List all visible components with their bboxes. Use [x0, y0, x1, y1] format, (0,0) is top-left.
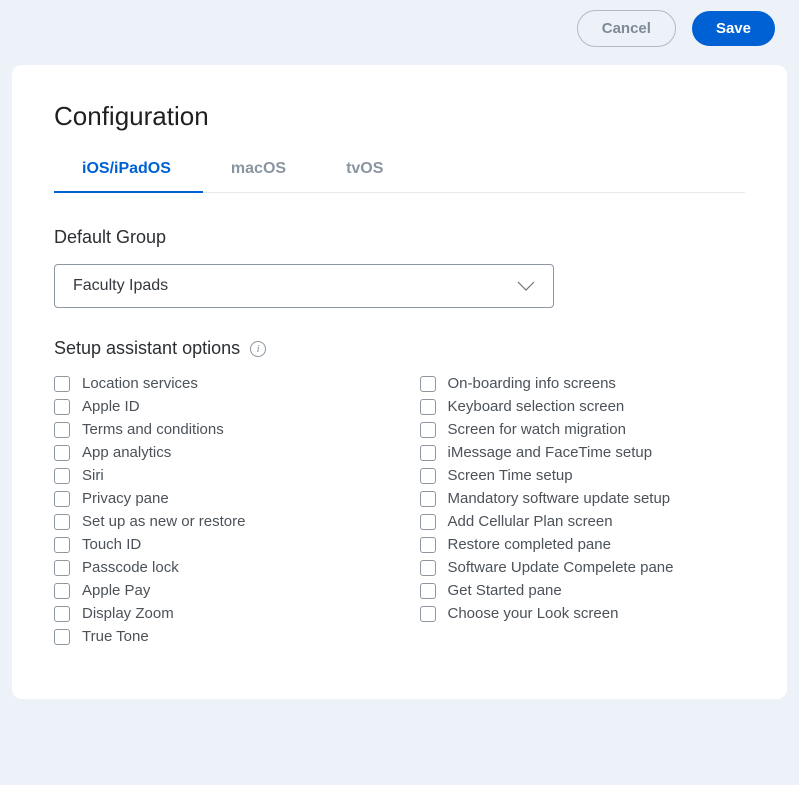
checkbox-icon[interactable] — [420, 491, 436, 507]
checkbox-icon[interactable] — [54, 399, 70, 415]
option-label: Screen for watch migration — [448, 421, 626, 438]
option-display-zoom[interactable]: Display Zoom — [54, 605, 380, 622]
option-label: True Tone — [82, 628, 149, 645]
checkbox-icon[interactable] — [420, 399, 436, 415]
option-label: App analytics — [82, 444, 171, 461]
option-keyboard-selection-screen[interactable]: Keyboard selection screen — [420, 398, 746, 415]
option-terms-and-conditions[interactable]: Terms and conditions — [54, 421, 380, 438]
checkbox-icon[interactable] — [420, 468, 436, 484]
checkbox-icon[interactable] — [54, 629, 70, 645]
checkbox-icon[interactable] — [420, 376, 436, 392]
checkbox-icon[interactable] — [420, 422, 436, 438]
chevron-down-icon — [517, 281, 535, 291]
option-mandatory-software-update-setup[interactable]: Mandatory software update setup — [420, 490, 746, 507]
option-get-started-pane[interactable]: Get Started pane — [420, 582, 746, 599]
option-passcode-lock[interactable]: Passcode lock — [54, 559, 380, 576]
default-group-select-wrapper: Faculty Ipads — [54, 264, 554, 308]
checkbox-icon[interactable] — [54, 468, 70, 484]
option-label: On-boarding info screens — [448, 375, 616, 392]
option-apple-pay[interactable]: Apple Pay — [54, 582, 380, 599]
option-label: Passcode lock — [82, 559, 179, 576]
option-label: Keyboard selection screen — [448, 398, 625, 415]
option-label: Terms and conditions — [82, 421, 224, 438]
option-label: Apple Pay — [82, 582, 150, 599]
option-screen-time-setup[interactable]: Screen Time setup — [420, 467, 746, 484]
option-label: iMessage and FaceTime setup — [448, 444, 653, 461]
tab-macos[interactable]: macOS — [225, 160, 292, 192]
option-label: Screen Time setup — [448, 467, 573, 484]
option-true-tone[interactable]: True Tone — [54, 628, 380, 645]
option-siri[interactable]: Siri — [54, 467, 380, 484]
checkbox-icon[interactable] — [54, 583, 70, 599]
option-label: Apple ID — [82, 398, 140, 415]
option-label: Siri — [82, 467, 104, 484]
option-label: Get Started pane — [448, 582, 562, 599]
configuration-card: Configuration iOS/iPadOS macOS tvOS Defaul… — [12, 65, 787, 699]
tab-ios-ipados[interactable]: iOS/iPadOS — [76, 160, 177, 192]
option-choose-your-look-screen[interactable]: Choose your Look screen — [420, 605, 746, 622]
checkbox-icon[interactable] — [54, 445, 70, 461]
option-label: Privacy pane — [82, 490, 169, 507]
option-imessage-and-facetime-setup[interactable]: iMessage and FaceTime setup — [420, 444, 746, 461]
option-label: Display Zoom — [82, 605, 174, 622]
option-label: Touch ID — [82, 536, 141, 553]
option-label: Software Update Compelete pane — [448, 559, 674, 576]
option-software-update-compelete-pane[interactable]: Software Update Compelete pane — [420, 559, 746, 576]
save-button[interactable]: Save — [692, 11, 775, 46]
checkbox-icon[interactable] — [420, 606, 436, 622]
default-group-label: Default Group — [54, 227, 745, 248]
option-screen-for-watch-migration[interactable]: Screen for watch migration — [420, 421, 746, 438]
option-set-up-as-new-or-restore[interactable]: Set up as new or restore — [54, 513, 380, 530]
option-apple-id[interactable]: Apple ID — [54, 398, 380, 415]
checkbox-icon[interactable] — [420, 583, 436, 599]
option-touch-id[interactable]: Touch ID — [54, 536, 380, 553]
checkbox-icon[interactable] — [420, 537, 436, 553]
checkbox-icon[interactable] — [420, 445, 436, 461]
checkbox-icon[interactable] — [420, 560, 436, 576]
option-app-analytics[interactable]: App analytics — [54, 444, 380, 461]
option-label: Mandatory software update setup — [448, 490, 671, 507]
option-label: Location services — [82, 375, 198, 392]
checkbox-icon[interactable] — [54, 376, 70, 392]
checkbox-icon[interactable] — [420, 514, 436, 530]
cancel-button[interactable]: Cancel — [577, 10, 676, 47]
option-on-boarding-info-screens[interactable]: On-boarding info screens — [420, 375, 746, 392]
checkbox-icon[interactable] — [54, 491, 70, 507]
checkbox-icon[interactable] — [54, 606, 70, 622]
platform-tabs: iOS/iPadOS macOS tvOS — [54, 160, 745, 193]
option-add-cellular-plan-screen[interactable]: Add Cellular Plan screen — [420, 513, 746, 530]
checkbox-icon[interactable] — [54, 514, 70, 530]
page-title: Configuration — [54, 101, 745, 132]
option-label: Restore completed pane — [448, 536, 611, 553]
option-restore-completed-pane[interactable]: Restore completed pane — [420, 536, 746, 553]
setup-options-col-right: On-boarding info screens Keyboard selecti… — [420, 375, 746, 651]
top-action-bar: Cancel Save — [0, 10, 799, 65]
option-label: Choose your Look screen — [448, 605, 619, 622]
option-privacy-pane[interactable]: Privacy pane — [54, 490, 380, 507]
option-label: Add Cellular Plan screen — [448, 513, 613, 530]
setup-assistant-label: Setup assistant options — [54, 338, 240, 359]
setup-options-grid: Location services Apple ID Terms and condi… — [54, 375, 745, 651]
tab-tvos[interactable]: tvOS — [340, 160, 389, 192]
checkbox-icon[interactable] — [54, 537, 70, 553]
checkbox-icon[interactable] — [54, 422, 70, 438]
default-group-select[interactable]: Faculty Ipads — [54, 264, 554, 308]
default-group-value: Faculty Ipads — [73, 277, 168, 295]
checkbox-icon[interactable] — [54, 560, 70, 576]
setup-options-col-left: Location services Apple ID Terms and condi… — [54, 375, 380, 651]
setup-assistant-header: Setup assistant options i — [54, 338, 745, 359]
option-label: Set up as new or restore — [82, 513, 245, 530]
option-location-services[interactable]: Location services — [54, 375, 380, 392]
info-icon[interactable]: i — [250, 341, 266, 357]
